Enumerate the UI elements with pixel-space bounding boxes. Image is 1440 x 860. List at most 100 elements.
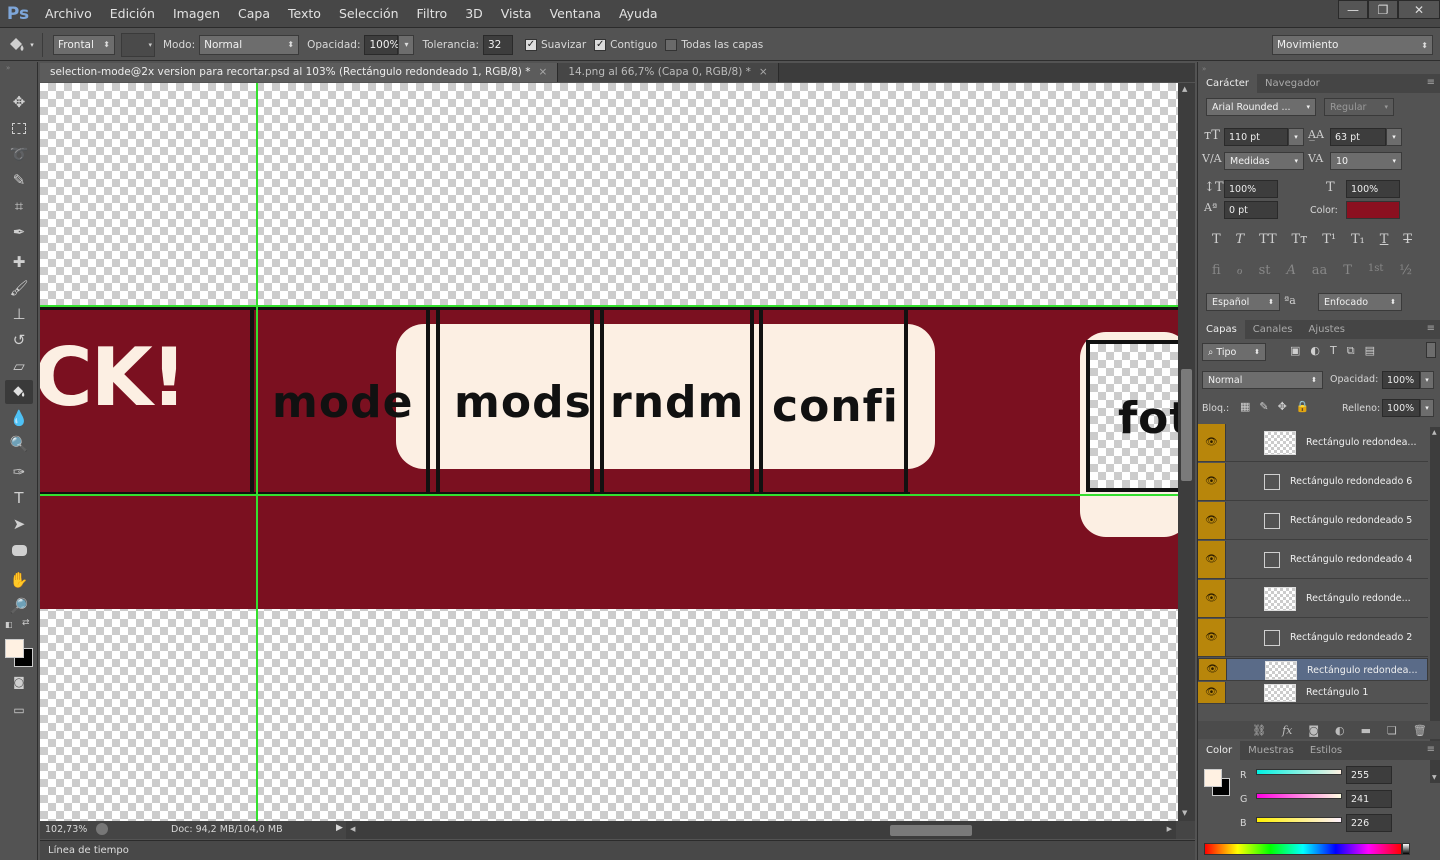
color-spectrum-ramp[interactable] [1204,843,1402,855]
pattern-picker[interactable]: ▾ [121,32,155,57]
black-white-ramp[interactable] [1402,843,1410,855]
visibility-eye-icon[interactable]: 👁 [1198,463,1226,500]
swash-button[interactable]: A [1286,263,1295,278]
visibility-eye-icon[interactable]: 👁 [1198,424,1226,461]
all-caps-button[interactable]: TT [1259,232,1277,247]
path-selection-tool-icon[interactable]: ➤ [5,512,33,536]
faux-bold-button[interactable]: T [1212,232,1221,247]
stylistic-alternates-button[interactable]: aa [1312,263,1328,278]
shape-filter-icon[interactable]: ⧉ [1347,344,1355,358]
small-caps-button[interactable]: Tт [1292,232,1308,247]
panel-menu-icon[interactable]: ≡ [1427,323,1435,334]
tolerance-input[interactable]: 32 [482,34,513,55]
eraser-tool-icon[interactable]: ▱ [5,354,33,378]
link-icon[interactable]: ⛓ [1252,724,1266,737]
pen-tool-icon[interactable]: ✑ [5,460,33,484]
layer-opacity-input[interactable]: 100% [1382,371,1420,389]
menu-capa[interactable]: Capa [229,0,279,28]
fill-dropdown[interactable]: ▾ [1420,399,1434,417]
titling-alternates-button[interactable]: T [1343,263,1352,278]
menu-ventana[interactable]: Ventana [541,0,610,28]
tab-caracter[interactable]: Carácter [1198,74,1258,93]
vertical-scroll-thumb[interactable] [1181,369,1192,481]
smart-object-filter-icon[interactable]: ▤ [1365,344,1375,358]
all-layers-checkbox[interactable]: Todas las capas [665,38,763,51]
panel-menu-icon[interactable]: ≡ [1427,77,1435,88]
guide-vertical[interactable] [256,83,258,821]
menu-ayuda[interactable]: Ayuda [610,0,667,28]
visibility-eye-icon[interactable]: 👁 [1199,659,1227,680]
dodge-tool-icon[interactable]: 🔍 [5,432,33,456]
tab-estilos[interactable]: Estilos [1302,741,1350,760]
tracking-select[interactable]: 10 ▾ [1330,152,1402,170]
foreground-color-swatch[interactable] [5,639,24,658]
status-share-icon[interactable] [96,823,108,835]
clone-stamp-tool-icon[interactable]: ⊥ [5,302,33,326]
type-filter-icon[interactable]: T [1330,344,1337,358]
lock-position-icon[interactable]: ✥ [1278,400,1287,413]
close-tab-icon[interactable]: × [759,66,768,78]
quick-mask-icon[interactable]: ◙ [5,670,33,694]
layer-row[interactable]: 👁 Rectángulo redondeado 6 [1198,463,1428,501]
tab-color[interactable]: Color [1198,741,1241,760]
font-style-select[interactable]: Regular ▾ [1324,98,1394,116]
old-style-button[interactable]: ℴ [1237,263,1243,278]
kerning-select[interactable]: Medidas ▾ [1224,152,1304,170]
layer-row[interactable]: 👁 Rectángulo redondea... [1198,424,1428,462]
b-slider[interactable] [1256,817,1342,823]
blur-tool-icon[interactable]: 💧 [5,406,33,430]
visibility-eye-icon[interactable]: 👁 [1198,619,1226,656]
language-select[interactable]: Español ⬍ [1206,293,1280,311]
adjustment-icon[interactable]: ◐ [1335,724,1345,737]
tab-canales[interactable]: Canales [1245,320,1301,339]
tab-ajustes[interactable]: Ajustes [1301,320,1353,339]
marquee-tool-icon[interactable] [5,116,33,140]
layer-row[interactable]: 👁 Rectángulo 1 [1198,682,1428,704]
r-input[interactable]: 255 [1346,766,1392,784]
g-input[interactable]: 241 [1346,790,1392,808]
lock-transparent-icon[interactable]: ▦ [1240,400,1250,413]
filter-toggle[interactable] [1426,342,1436,358]
guide-horizontal[interactable] [40,305,1178,307]
layer-row[interactable]: 👁 Rectángulo redondeado 4 [1198,541,1428,579]
fill-input[interactable]: 100% [1382,399,1420,417]
tab-navegador[interactable]: Navegador [1257,74,1328,93]
restore-button[interactable]: ❐ [1368,0,1398,19]
text-color-swatch[interactable] [1346,201,1400,219]
healing-brush-tool-icon[interactable]: ✚ [5,250,33,274]
vertical-scale-input[interactable]: 100% [1224,180,1278,198]
panel-menu-icon[interactable]: ≡ [1427,744,1435,755]
g-slider[interactable] [1256,793,1342,799]
menu-seleccion[interactable]: Selección [330,0,408,28]
new-layer-icon[interactable]: ❏ [1387,724,1397,737]
panel-collapse-icon[interactable]: » [1202,65,1206,73]
visibility-eye-icon[interactable]: 👁 [1198,502,1226,539]
close-button[interactable]: ✕ [1398,0,1440,19]
tab-document-1[interactable]: selection-mode@2x version para recortar.… [40,63,559,82]
contiguous-checkbox[interactable]: ✓ Contiguo [594,38,657,51]
visibility-eye-icon[interactable]: 👁 [1198,541,1226,578]
baseline-shift-input[interactable]: 0 pt [1224,201,1278,219]
font-size-dropdown[interactable]: ▾ [1288,128,1304,146]
scroll-left-icon[interactable]: ◀ [350,825,355,833]
menu-vista[interactable]: Vista [492,0,541,28]
quick-selection-tool-icon[interactable]: ✎ [5,168,33,192]
lock-pixels-icon[interactable]: ✎ [1259,400,1268,413]
opacity-dropdown[interactable]: ▾ [398,34,415,55]
brush-tool-icon[interactable]: 🖌 [5,276,33,300]
underline-button[interactable]: T [1380,232,1389,247]
faux-italic-button[interactable]: T [1236,232,1245,247]
layer-row[interactable]: 👁 Rectángulo redonde... [1198,580,1428,618]
blend-mode-select[interactable]: Normal ⬍ [1202,371,1323,389]
paint-bucket-tool-icon[interactable] [5,380,33,404]
b-input[interactable]: 226 [1346,814,1392,832]
menu-edicion[interactable]: Edición [101,0,164,28]
scroll-down-icon[interactable]: ▼ [1182,809,1187,817]
history-brush-tool-icon[interactable]: ↺ [5,328,33,352]
mode-select[interactable]: Normal ⬍ [199,34,300,55]
scroll-up-icon[interactable]: ▲ [1432,429,1437,436]
superscript-button[interactable]: T¹ [1322,232,1336,247]
tab-muestras[interactable]: Muestras [1240,741,1302,760]
crop-tool-icon[interactable]: ⌗ [5,194,33,218]
screen-mode-icon[interactable]: ▭ [5,698,33,722]
